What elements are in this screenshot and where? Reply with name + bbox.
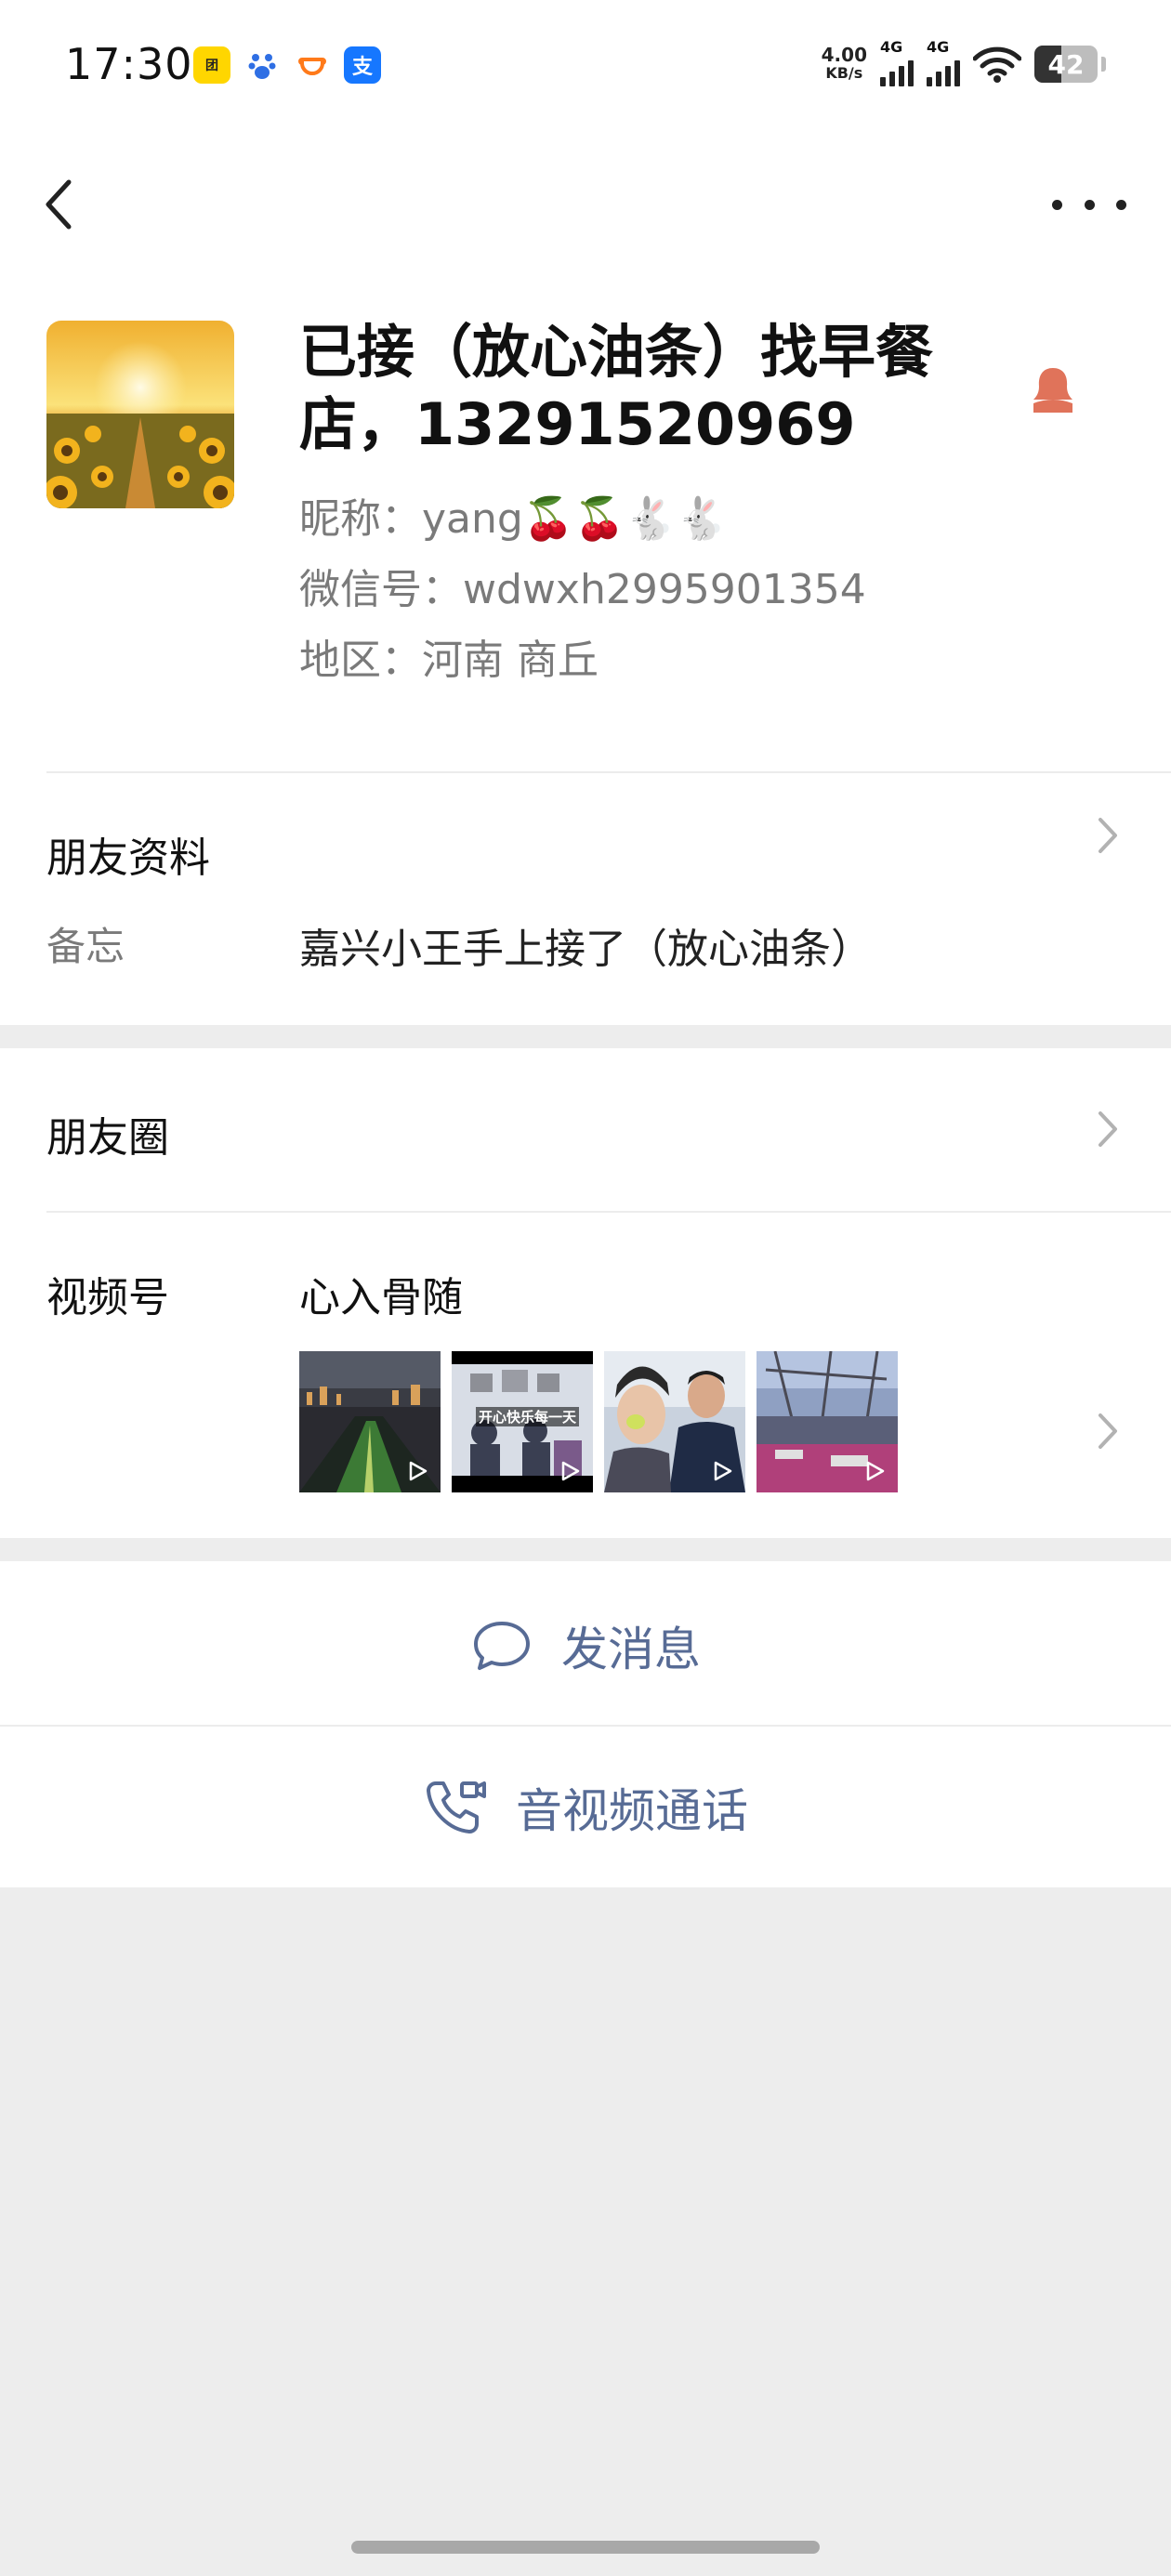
region-row: 地区：河南 商丘 — [299, 637, 599, 684]
video-thumbnail[interactable] — [299, 1351, 441, 1492]
video-thumbnail[interactable] — [757, 1351, 898, 1492]
play-icon — [409, 1461, 428, 1481]
display-name: 已接（放心油条）找早餐店，13291520969 — [299, 318, 934, 458]
wechat-id-row: 微信号：wdwxh2995901354 — [299, 566, 866, 613]
nickname-row: 昵称：yang🍒🍒🐇🐇 — [299, 495, 727, 543]
nickname-value: yang🍒🍒🐇🐇 — [422, 495, 727, 543]
more-options-button[interactable] — [1052, 186, 1126, 223]
signal-2-icon: 4G — [927, 38, 960, 86]
channel-name: 心入骨随 — [299, 1274, 463, 1321]
avatar[interactable] — [46, 321, 234, 508]
home-indicator[interactable] — [351, 2541, 820, 2554]
play-icon — [714, 1461, 732, 1481]
video-thumbnail[interactable] — [604, 1351, 745, 1492]
friend-info-row[interactable]: 朋友资料 — [0, 773, 1171, 1024]
wechat-id-value: wdwxh2995901354 — [463, 566, 866, 613]
status-indicators: 4.00 KB/s 4G 4G 42 — [821, 38, 1106, 87]
sunflower-field-avatar-image — [46, 321, 234, 508]
voice-video-call-button[interactable]: 音视频通话 — [0, 1728, 1171, 1886]
moments-row[interactable]: 朋友圈 — [0, 1048, 1171, 1211]
send-message-button[interactable]: 发消息 — [0, 1567, 1171, 1725]
voice-video-call-label: 音视频通话 — [516, 1784, 748, 1838]
phone-video-call-icon — [427, 1781, 486, 1833]
chevron-right-icon — [1099, 818, 1117, 853]
alipay-app-icon: 支 — [344, 46, 381, 84]
divider — [0, 1725, 1171, 1727]
baidu-app-icon — [243, 46, 281, 84]
signal-1-icon: 4G — [880, 38, 914, 86]
back-button[interactable] — [37, 177, 84, 232]
friend-info-title: 朋友资料 — [46, 835, 210, 882]
remark-label: 备忘 — [46, 924, 125, 969]
gender-female-icon — [1033, 368, 1072, 413]
didi-app-icon — [294, 46, 331, 84]
chevron-right-icon — [1099, 1413, 1117, 1449]
meituan-app-icon: 团 — [193, 46, 230, 84]
moments-title: 朋友圈 — [46, 1114, 169, 1162]
channels-title: 视频号 — [46, 1274, 169, 1321]
video-thumbnail[interactable]: 开心快乐每一天 — [452, 1351, 593, 1492]
battery-icon: 42 — [1034, 46, 1098, 83]
chevron-left-icon — [46, 179, 72, 230]
status-time: 17:30 — [65, 39, 193, 89]
status-bar: 17:30 团 支 4.00 KB/s 4G 4G 42 — [0, 0, 1171, 130]
region-value: 河南 商丘 — [422, 637, 599, 684]
chevron-right-icon — [1099, 1111, 1117, 1147]
more-dots-icon — [1052, 199, 1062, 210]
network-speed: 4.00 KB/s — [821, 44, 867, 82]
remark-value: 嘉兴小王手上接了（放心油条） — [299, 926, 872, 973]
play-icon — [561, 1461, 580, 1481]
send-message-label: 发消息 — [561, 1623, 701, 1676]
wifi-icon — [973, 46, 1021, 83]
thumbnail-caption: 开心快乐每一天 — [476, 1407, 580, 1426]
play-icon — [866, 1461, 885, 1481]
chat-bubble-icon — [474, 1622, 530, 1670]
